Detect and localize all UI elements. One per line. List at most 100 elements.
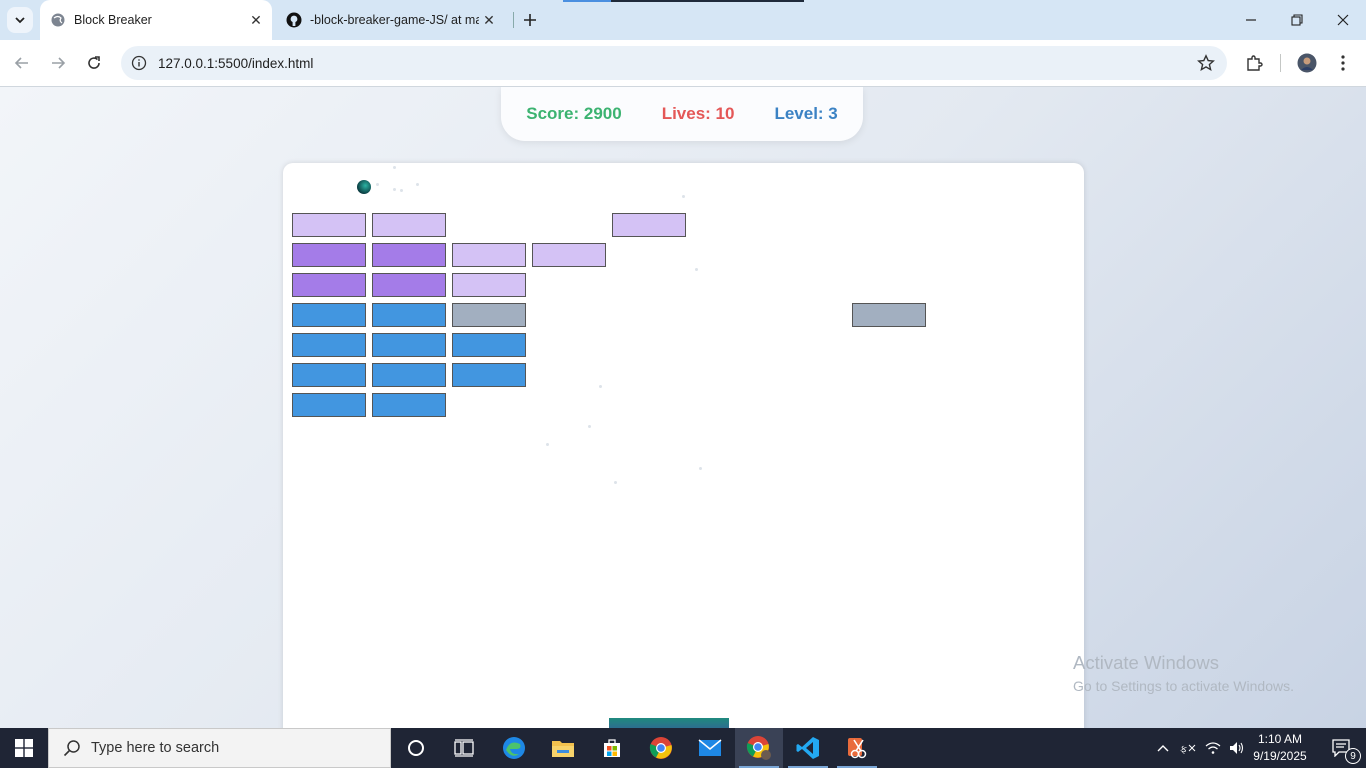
avatar-icon (1297, 53, 1317, 73)
reload-icon (88, 56, 100, 69)
folder-icon (552, 741, 574, 757)
edge-icon (503, 737, 525, 759)
ball (357, 180, 371, 194)
brick (292, 333, 366, 357)
task-view-button[interactable] (440, 728, 488, 768)
site-info-icon[interactable] (129, 55, 149, 71)
brick (532, 243, 606, 267)
particle (393, 166, 396, 169)
particle (695, 268, 698, 271)
extensions-button[interactable] (1241, 50, 1267, 76)
profile-avatar[interactable] (1294, 50, 1320, 76)
brick (372, 393, 446, 417)
particle (376, 183, 379, 186)
taskbar-chrome[interactable] (637, 728, 685, 768)
new-tab-button[interactable] (518, 8, 542, 32)
mail-icon (698, 739, 722, 756)
brick (852, 303, 926, 327)
input-indicator[interactable]: ફ (1177, 728, 1199, 768)
brick (292, 273, 366, 297)
volume-control[interactable] (1226, 728, 1248, 768)
paddle[interactable] (609, 718, 729, 728)
score-label: Score: 2900 (526, 104, 622, 123)
lives-label: Lives: 10 (661, 104, 735, 123)
start-button[interactable] (0, 728, 48, 768)
plus-icon (524, 14, 536, 26)
globe-icon (50, 12, 66, 28)
store-icon (604, 739, 620, 757)
taskbar-chrome-active[interactable] (735, 728, 783, 768)
tab-title: Block Breaker (74, 13, 152, 27)
kebab-menu-icon (1341, 55, 1345, 71)
minimize-icon (1246, 19, 1256, 21)
show-hidden-icons[interactable] (1152, 728, 1174, 768)
watermark-title: Activate Windows (1073, 652, 1219, 673)
brick (452, 273, 526, 297)
taskbar-file-explorer[interactable] (539, 728, 587, 768)
back-button[interactable] (9, 50, 35, 76)
cortana-button[interactable] (392, 728, 440, 768)
close-icon (1337, 14, 1349, 26)
network-status[interactable] (1202, 728, 1224, 768)
taskbar-search[interactable]: Type here to search (48, 728, 391, 768)
brick (372, 213, 446, 237)
tab-github[interactable]: -block-breaker-game-JS/ at ma ✕ (280, 0, 505, 40)
input-method-icon: ફ (1180, 744, 1196, 755)
browser-menu-button[interactable] (1330, 50, 1356, 76)
toolbar-divider (1280, 54, 1281, 72)
address-bar[interactable]: 127.0.0.1:5500/index.html (121, 46, 1227, 80)
vscode-icon (796, 737, 819, 759)
brick (452, 303, 526, 327)
notification-center-button[interactable]: 9 (1318, 728, 1366, 768)
particle (400, 189, 403, 192)
svg-text:ફ: ફ (1180, 744, 1187, 755)
search-placeholder: Type here to search (91, 740, 220, 756)
chevron-down-icon (15, 17, 25, 24)
game-canvas[interactable] (283, 163, 1084, 728)
tab-search-button[interactable] (7, 7, 33, 33)
brick (292, 213, 366, 237)
taskbar-snipping-tool[interactable] (833, 728, 881, 768)
score-panel: Score: 2900 Lives: 10 Level: 3 (501, 87, 863, 141)
puzzle-icon (1247, 55, 1263, 71)
brick (292, 393, 366, 417)
tab-block-breaker[interactable]: Block Breaker ✕ (40, 0, 272, 40)
brick (372, 243, 446, 267)
watermark-subtitle: Go to Settings to activate Windows. (1073, 678, 1294, 694)
tab-divider (513, 12, 514, 28)
arrow-right-icon (52, 57, 66, 69)
bookmark-star-icon[interactable] (1197, 54, 1215, 77)
system-clock[interactable]: 1:10 AM 9/19/2025 (1248, 731, 1312, 765)
particle (699, 467, 702, 470)
taskbar-edge[interactable] (490, 728, 538, 768)
task-view-icon (454, 739, 474, 757)
taskbar-store[interactable] (588, 728, 636, 768)
particle (416, 183, 419, 186)
close-tab-icon[interactable]: ✕ (246, 10, 266, 30)
reload-button[interactable] (81, 50, 107, 76)
particle (588, 425, 591, 428)
activation-watermark: Activate Windows Go to Settings to activ… (1073, 652, 1294, 694)
tab-strip: Block Breaker ✕ -block-breaker-game-JS/ … (0, 0, 1366, 40)
particle (546, 443, 549, 446)
restore-button[interactable] (1274, 0, 1320, 40)
brick (292, 303, 366, 327)
url-text: 127.0.0.1:5500/index.html (158, 55, 314, 71)
brick (452, 333, 526, 357)
close-window-button[interactable] (1320, 0, 1366, 40)
taskbar-mail[interactable] (686, 728, 734, 768)
chevron-up-icon (1157, 745, 1169, 752)
clock-time: 1:10 AM (1257, 732, 1303, 746)
forward-button[interactable] (45, 50, 71, 76)
close-tab-icon[interactable]: ✕ (479, 10, 499, 30)
level-label: Level: 3 (774, 104, 838, 123)
load-indicator (563, 0, 611, 2)
chrome-icon (649, 737, 672, 759)
taskbar-vscode[interactable] (784, 728, 832, 768)
minimize-button[interactable] (1228, 0, 1274, 40)
load-indicator-track (611, 0, 804, 2)
particle (614, 481, 617, 484)
brick (452, 363, 526, 387)
circle-icon (408, 740, 424, 756)
particle (393, 188, 396, 191)
